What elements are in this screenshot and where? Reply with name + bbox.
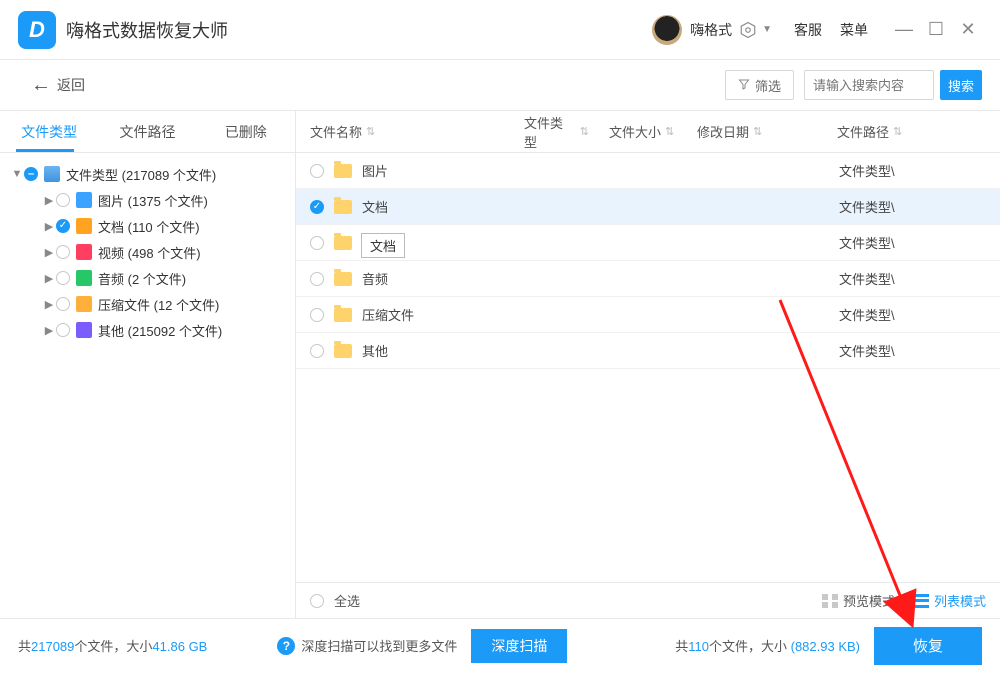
tree-checkbox[interactable] [56,271,70,285]
sidebar-tabs: 文件类型 文件路径 已删除 [0,111,295,153]
column-date[interactable]: 修改日期 [687,122,827,141]
titlebar: D 嗨格式数据恢复大师 嗨格式 ▼ 客服 菜单 — ☐ ✕ [0,0,1000,60]
tree-checkbox[interactable] [56,323,70,337]
arrow-left-icon: ← [31,74,51,97]
tab-file-path[interactable]: 文件路径 [98,112,196,152]
tree-checkbox[interactable] [56,297,70,311]
minimize-button[interactable]: — [890,16,918,44]
folder-icon [334,344,352,358]
maximize-button[interactable]: ☐ [922,16,950,44]
tree-item-other[interactable]: ▶ 其他 (215092 个文件) [0,317,295,343]
row-checkbox[interactable] [310,272,324,286]
tree-item-archive[interactable]: ▶ 压缩文件 (12 个文件) [0,291,295,317]
tree-root-label: 文件类型 (217089 个文件) [66,165,216,184]
app-title: 嗨格式数据恢复大师 [66,17,228,43]
folder-icon [334,272,352,286]
folder-icon [334,164,352,178]
tree-checkbox[interactable] [56,193,70,207]
caret-right-icon[interactable]: ▶ [42,272,56,285]
file-row[interactable]: 文档 文件类型\ [296,189,1000,225]
statusbar: 共217089个文件，大小41.86 GB ? 深度扫描可以找到更多文件 深度扫… [0,618,1000,672]
drive-icon [44,166,60,182]
folder-icon [334,200,352,214]
settings-hex-icon[interactable] [738,20,758,40]
caret-right-icon[interactable]: ▶ [42,194,56,207]
search-button[interactable]: 搜索 [940,70,982,100]
image-icon [76,192,92,208]
back-button[interactable]: ← 返回 [31,74,85,97]
tree-checkbox[interactable] [56,219,70,233]
tree-root-checkbox[interactable] [24,167,38,181]
grid-icon [822,594,838,608]
caret-down-icon[interactable]: ▼ [10,168,24,180]
caret-right-icon[interactable]: ▶ [42,246,56,259]
file-panel: 文件名称 文件类型 文件大小 修改日期 文件路径 图片 文件类型\ 文档 文件类… [296,111,1000,618]
file-list: 图片 文件类型\ 文档 文件类型\ 视... 文件类型\ [296,153,1000,582]
filter-button[interactable]: 筛选 [725,70,794,100]
row-checkbox[interactable] [310,236,324,250]
tooltip: 文档 [361,233,405,258]
file-row[interactable]: 其他 文件类型\ [296,333,1000,369]
tab-file-type[interactable]: 文件类型 [0,112,98,152]
list-mode-button[interactable]: 列表模式 [913,591,986,610]
row-checkbox[interactable] [310,308,324,322]
support-link[interactable]: 客服 [794,20,822,40]
column-name[interactable]: 文件名称 [296,122,514,141]
audio-icon [76,270,92,286]
avatar[interactable] [652,15,682,45]
main: 文件类型 文件路径 已删除 ▼ 文件类型 (217089 个文件) ▶ 图片 (… [0,110,1000,618]
file-row[interactable]: 音频 文件类型\ [296,261,1000,297]
info-icon: ? [277,637,295,655]
tree-checkbox[interactable] [56,245,70,259]
file-row[interactable]: 压缩文件 文件类型\ [296,297,1000,333]
list-icon [913,594,929,608]
caret-right-icon[interactable]: ▶ [42,220,56,233]
tree-item-image[interactable]: ▶ 图片 (1375 个文件) [0,187,295,213]
row-checkbox[interactable] [310,200,324,214]
sidebar: 文件类型 文件路径 已删除 ▼ 文件类型 (217089 个文件) ▶ 图片 (… [0,111,296,618]
archive-icon [76,296,92,312]
app-logo: D [18,11,56,49]
toolbar: ← 返回 筛选 搜索 [0,60,1000,110]
row-checkbox[interactable] [310,344,324,358]
column-path[interactable]: 文件路径 [827,122,1000,141]
deep-scan-button[interactable]: 深度扫描 [471,629,567,663]
tab-deleted[interactable]: 已删除 [197,112,295,152]
file-type-tree: ▼ 文件类型 (217089 个文件) ▶ 图片 (1375 个文件) ▶ 文档… [0,153,295,618]
file-row[interactable]: 图片 文件类型\ [296,153,1000,189]
folder-icon [334,236,352,250]
menu-link[interactable]: 菜单 [840,20,868,40]
row-checkbox[interactable] [310,164,324,178]
tree-item-document[interactable]: ▶ 文档 (110 个文件) [0,213,295,239]
close-button[interactable]: ✕ [954,16,982,44]
user-dropdown-caret[interactable]: ▼ [762,24,772,35]
caret-right-icon[interactable]: ▶ [42,324,56,337]
selected-files-text: 共110个文件，大小 (882.93 KB) [675,636,860,655]
username[interactable]: 嗨格式 [690,20,732,40]
document-icon [76,218,92,234]
file-header: 文件名称 文件类型 文件大小 修改日期 文件路径 [296,111,1000,153]
tree-item-video[interactable]: ▶ 视频 (498 个文件) [0,239,295,265]
video-icon [76,244,92,260]
filter-icon [738,78,750,93]
column-type[interactable]: 文件类型 [514,113,599,151]
tree-item-audio[interactable]: ▶ 音频 (2 个文件) [0,265,295,291]
select-all[interactable]: 全选 [310,591,360,610]
file-footer: 全选 预览模式 列表模式 [296,582,1000,618]
column-size[interactable]: 文件大小 [599,122,687,141]
back-label: 返回 [57,75,85,95]
caret-right-icon[interactable]: ▶ [42,298,56,311]
folder-icon [334,308,352,322]
filter-label: 筛选 [755,76,781,95]
deep-scan-tip: ? 深度扫描可以找到更多文件 [277,636,457,655]
total-files-text: 共217089个文件，大小41.86 GB [18,636,207,655]
recover-button[interactable]: 恢复 [874,627,982,665]
other-icon [76,322,92,338]
preview-mode-button[interactable]: 预览模式 [822,591,895,610]
tree-root[interactable]: ▼ 文件类型 (217089 个文件) [0,161,295,187]
search-input[interactable] [804,70,934,100]
select-all-checkbox[interactable] [310,594,324,608]
